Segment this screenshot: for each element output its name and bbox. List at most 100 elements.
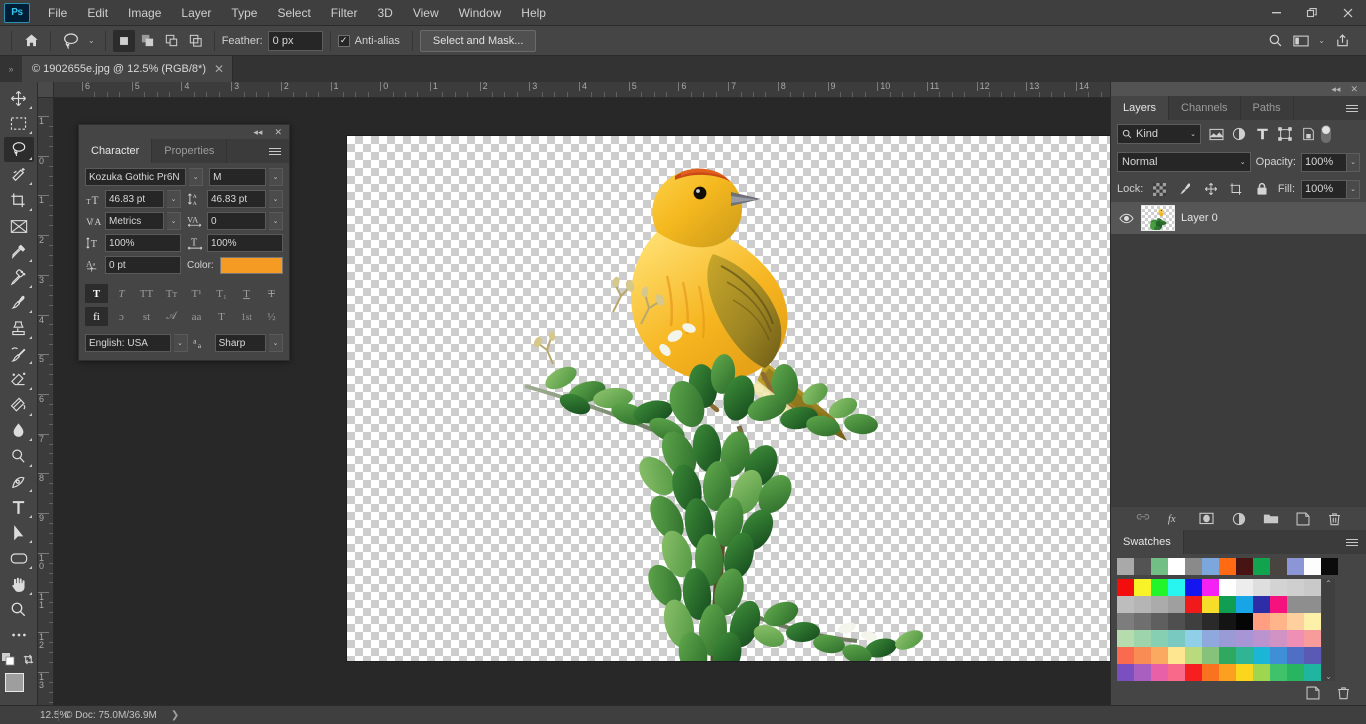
subtract-from-selection-button[interactable] <box>161 30 183 52</box>
eraser-tool[interactable] <box>4 367 34 392</box>
color-swatch[interactable] <box>1219 647 1236 664</box>
tab-layers[interactable]: Layers <box>1111 96 1169 120</box>
spot-healing-brush-tool[interactable] <box>4 265 34 290</box>
recent-colors-strip[interactable] <box>1111 554 1366 577</box>
adjustment-layer-filter-icon[interactable] <box>1229 124 1249 144</box>
recent-swatch[interactable] <box>1304 558 1321 575</box>
workspace-icon[interactable] <box>1289 30 1313 52</box>
lock-all-icon[interactable] <box>1252 179 1272 199</box>
color-swatch[interactable] <box>1134 579 1151 596</box>
chevron-down-icon-font-style[interactable]: ⌄ <box>269 168 283 186</box>
opacity-value[interactable]: 100% <box>1301 153 1347 172</box>
subscript-button[interactable]: T₁ <box>210 284 233 303</box>
close-dock-icon[interactable]: ✕ <box>1350 84 1358 95</box>
menu-edit[interactable]: Edit <box>77 2 118 24</box>
color-swatch[interactable] <box>1151 596 1168 613</box>
intersect-selection-button[interactable] <box>185 30 207 52</box>
color-swatch[interactable] <box>1219 613 1236 630</box>
color-swatch[interactable] <box>1304 579 1321 596</box>
edit-toolbar-button[interactable] <box>4 623 34 648</box>
color-swatch[interactable] <box>1253 647 1270 664</box>
chevron-down-icon[interactable]: ⌄ <box>1325 672 1332 681</box>
fill-value[interactable]: 100% <box>1301 180 1347 199</box>
color-swatch[interactable] <box>1219 596 1236 613</box>
chevron-down-icon-language[interactable]: ⌄ <box>174 334 188 352</box>
menu-filter[interactable]: Filter <box>321 2 368 24</box>
new-group-icon[interactable] <box>1262 510 1280 528</box>
tab-character[interactable]: Character <box>79 139 152 163</box>
menu-select[interactable]: Select <box>267 2 320 24</box>
vertical-ruler[interactable]: 101234567891011121314 <box>38 98 54 705</box>
font-style-value[interactable]: M <box>209 168 266 186</box>
recent-swatch[interactable] <box>1117 558 1134 575</box>
layers-list[interactable]: Layer 0 <box>1111 202 1366 506</box>
recent-swatch[interactable] <box>1134 558 1151 575</box>
pixel-layer-filter-icon[interactable] <box>1206 124 1226 144</box>
object-selection-tool[interactable] <box>4 163 34 188</box>
recent-swatch[interactable] <box>1287 558 1304 575</box>
crop-tool[interactable] <box>4 188 34 213</box>
blur-tool[interactable] <box>4 419 34 444</box>
status-expand-arrow-icon[interactable]: ❯ <box>171 710 179 721</box>
color-swatch[interactable] <box>1270 596 1287 613</box>
swatches-panel-menu-icon[interactable] <box>1338 530 1366 554</box>
menu-help[interactable]: Help <box>511 2 556 24</box>
search-icon[interactable] <box>1263 30 1287 52</box>
color-swatch[interactable] <box>1270 579 1287 596</box>
default-colors-icon[interactable] <box>2 653 16 667</box>
rectangle-tool[interactable] <box>4 546 34 571</box>
chevron-down-icon[interactable]: ⌄ <box>1240 158 1246 166</box>
color-swatch[interactable] <box>1168 630 1185 647</box>
swash-button[interactable]: 𝒜 <box>160 307 183 326</box>
color-swatch[interactable] <box>1168 579 1185 596</box>
color-swatch[interactable] <box>1253 579 1270 596</box>
color-swatch[interactable] <box>1134 630 1151 647</box>
shape-layer-filter-icon[interactable] <box>1275 124 1295 144</box>
path-selection-tool[interactable] <box>4 521 34 546</box>
expand-panels-icon[interactable]: » <box>0 56 22 82</box>
swap-colors-icon[interactable] <box>22 653 35 666</box>
new-layer-icon[interactable] <box>1294 510 1312 528</box>
home-icon[interactable] <box>19 30 43 52</box>
new-selection-button[interactable] <box>113 30 135 52</box>
font-size-value[interactable]: 46.83 pt <box>105 190 164 208</box>
font-family-value[interactable]: Kozuka Gothic Pr6N <box>85 168 186 186</box>
color-swatch[interactable] <box>1151 579 1168 596</box>
color-swatch[interactable] <box>1202 596 1219 613</box>
add-to-selection-button[interactable] <box>137 30 159 52</box>
color-swatch[interactable] <box>1134 664 1151 681</box>
menu-image[interactable]: Image <box>118 2 171 24</box>
share-icon[interactable] <box>1330 30 1354 52</box>
menu-layer[interactable]: Layer <box>171 2 221 24</box>
vertical-scale-value[interactable]: 100% <box>105 234 181 252</box>
opacity-field-group[interactable]: 100% ⌄ <box>1301 153 1360 172</box>
color-swatch[interactable] <box>1185 596 1202 613</box>
collapse-panels-icon[interactable]: ◂◂ <box>1331 84 1340 95</box>
color-swatch[interactable] <box>1185 647 1202 664</box>
color-swatch[interactable] <box>1117 579 1134 596</box>
color-swatch[interactable] <box>1219 664 1236 681</box>
color-swatch[interactable] <box>1185 579 1202 596</box>
recent-swatch[interactable] <box>1236 558 1253 575</box>
menu-view[interactable]: View <box>403 2 449 24</box>
minimize-button[interactable] <box>1258 0 1294 26</box>
pen-tool[interactable] <box>4 470 34 495</box>
color-swatch[interactable] <box>1117 664 1134 681</box>
horizontal-ruler-track[interactable]: 6543210123456789101112131415161718192021 <box>54 82 1110 97</box>
blend-mode-select[interactable]: Normal ⌄ <box>1117 152 1251 172</box>
color-swatch[interactable] <box>1202 579 1219 596</box>
antialias-checkbox-row[interactable]: ✓ Anti-alias <box>338 35 405 47</box>
chevron-down-icon[interactable]: ⌄ <box>85 36 98 45</box>
color-swatch[interactable] <box>1304 630 1321 647</box>
superscript-button[interactable]: T¹ <box>185 284 208 303</box>
color-swatch[interactable] <box>1287 596 1304 613</box>
color-swatch[interactable] <box>1219 579 1236 596</box>
close-icon[interactable]: ✕ <box>214 62 224 76</box>
frame-tool[interactable] <box>4 214 34 239</box>
color-swatch[interactable] <box>1202 630 1219 647</box>
color-swatch[interactable] <box>1270 630 1287 647</box>
all-caps-button[interactable]: TT <box>135 284 158 303</box>
color-swatch[interactable] <box>1117 596 1134 613</box>
faux-bold-button[interactable]: T <box>85 284 108 303</box>
layer-filter-kind-select[interactable]: Kind ⌄ <box>1117 124 1201 144</box>
